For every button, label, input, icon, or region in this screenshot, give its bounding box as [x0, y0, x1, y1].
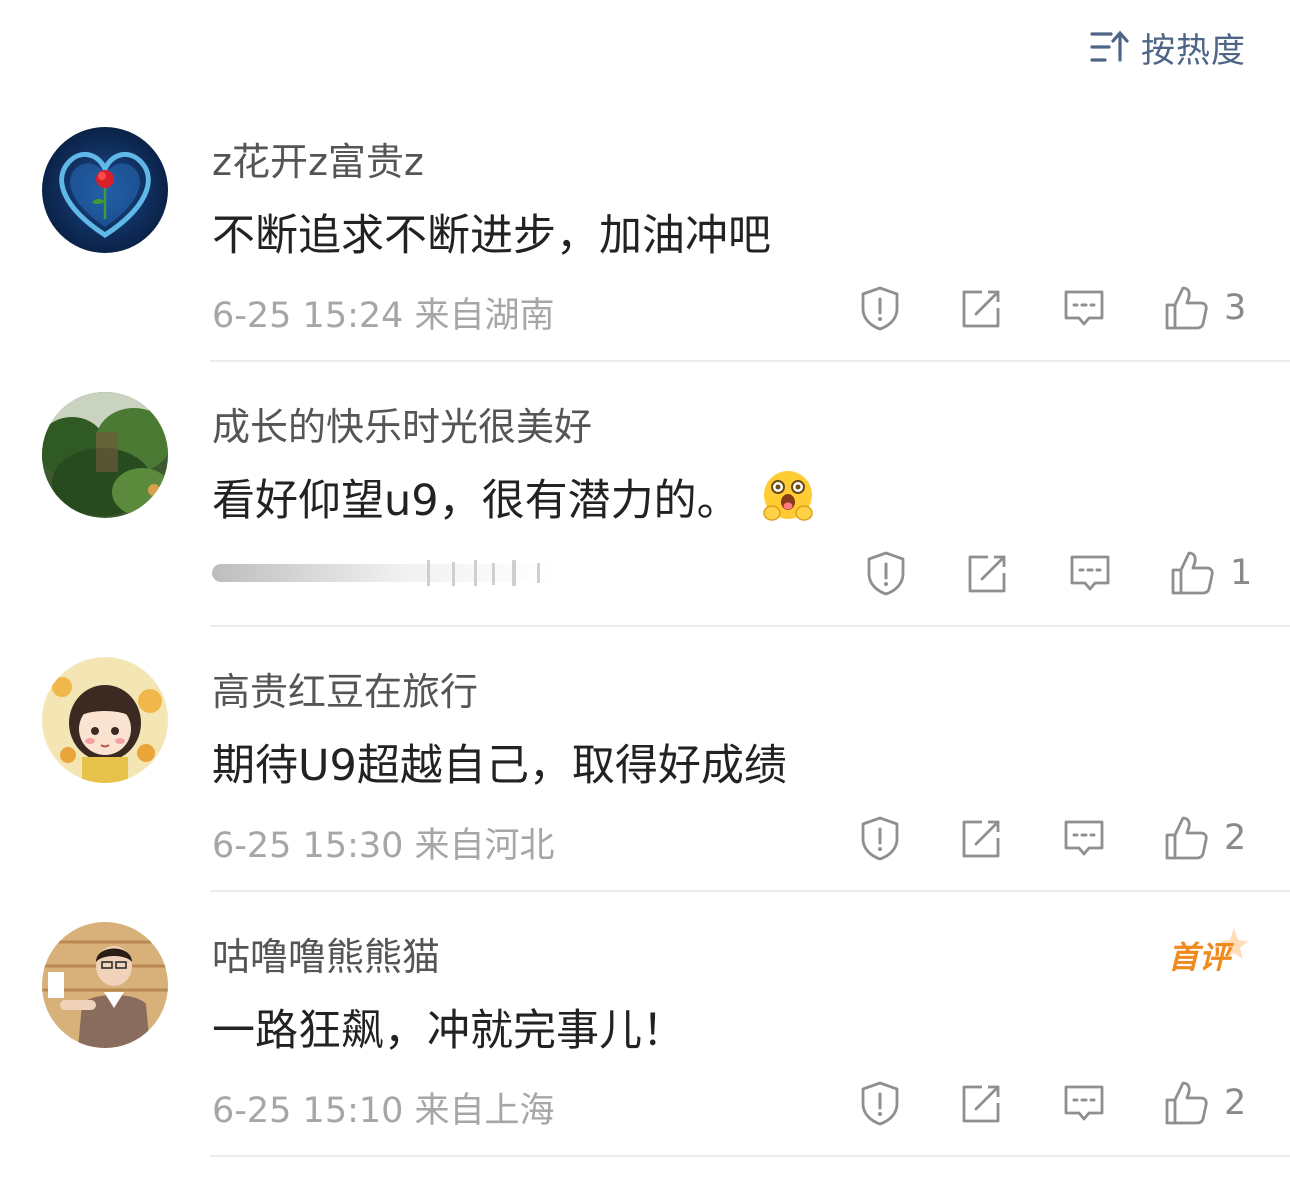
reply-icon	[1062, 1081, 1106, 1125]
reply-button[interactable]	[1060, 284, 1108, 332]
avatar[interactable]	[42, 922, 168, 1048]
repost-button[interactable]	[958, 814, 1006, 862]
divider	[210, 890, 1290, 892]
username[interactable]: z花开z富贵z	[212, 131, 424, 186]
divider	[210, 1155, 1290, 1157]
sort-label: 按热度	[1141, 30, 1246, 71]
comment-body: 一路狂飙，冲就完事儿！	[212, 1006, 685, 1056]
sort-icon	[1089, 29, 1129, 65]
reply-icon	[1062, 286, 1106, 330]
comment-text: 一路狂飙，冲就完事儿！	[212, 996, 685, 1058]
repost-button[interactable]	[964, 549, 1012, 597]
like-count: 2	[1224, 818, 1247, 858]
avatar[interactable]	[42, 392, 168, 518]
comment-text: 期待U9超越自己，取得好成绩	[212, 731, 787, 793]
comment-body: 看好仰望u9，很有潜力的。	[212, 476, 740, 526]
report-icon	[864, 550, 908, 596]
sort-by-hot-button[interactable]: 按热度	[1089, 22, 1246, 72]
report-button[interactable]	[856, 284, 904, 332]
like-button[interactable]	[1162, 814, 1210, 862]
like-count: 2	[1224, 1083, 1247, 1123]
comment-meta: 6-25 15:10 来自上海	[212, 1091, 555, 1131]
like-count: 1	[1230, 553, 1253, 593]
smiling-face-with-open-hands-emoji	[760, 469, 816, 525]
username[interactable]: 成长的快乐时光很美好	[212, 396, 592, 451]
comment-item: 成长的快乐时光很美好 看好仰望u9，很有潜力的。 1	[0, 392, 1290, 657]
comment-item: 高贵红豆在旅行 期待U9超越自己，取得好成绩 6-25 15:30 来自河北 2	[0, 657, 1290, 922]
report-button[interactable]	[856, 814, 904, 862]
repost-button[interactable]	[958, 1079, 1006, 1127]
avatar[interactable]	[42, 657, 168, 783]
report-button[interactable]	[862, 549, 910, 597]
first-comment-badge: 首评	[1168, 926, 1248, 978]
divider	[210, 360, 1290, 362]
reply-button[interactable]	[1060, 1079, 1108, 1127]
report-icon	[858, 285, 902, 331]
repost-icon	[966, 551, 1010, 595]
report-button[interactable]	[856, 1079, 904, 1127]
like-button[interactable]	[1168, 549, 1216, 597]
like-count: 3	[1224, 288, 1247, 328]
repost-icon	[960, 816, 1004, 860]
like-button[interactable]	[1162, 1079, 1210, 1127]
blurred-meta	[212, 560, 557, 586]
username[interactable]: 咕噜噜熊熊猫	[212, 926, 440, 981]
comment-meta: 6-25 15:24 来自湖南	[212, 296, 555, 336]
comment-text: 看好仰望u9，很有潜力的。	[212, 466, 816, 528]
repost-icon	[960, 1081, 1004, 1125]
repost-button[interactable]	[958, 284, 1006, 332]
reply-button[interactable]	[1060, 814, 1108, 862]
reply-icon	[1062, 816, 1106, 860]
like-button[interactable]	[1162, 284, 1210, 332]
avatar[interactable]	[42, 127, 168, 253]
comment-item: z花开z富贵z 不断追求不断进步，加油冲吧 6-25 15:24 来自湖南 3	[0, 127, 1290, 392]
comment-item: 咕噜噜熊熊猫 首评 一路狂飙，冲就完事儿！ 6-25 15:10 来自上海 2	[0, 922, 1290, 1187]
like-icon	[1163, 815, 1209, 861]
comment-text: 不断追求不断进步，加油冲吧	[212, 201, 771, 263]
repost-icon	[960, 286, 1004, 330]
reply-icon	[1068, 551, 1112, 595]
report-icon	[858, 815, 902, 861]
like-icon	[1163, 285, 1209, 331]
like-icon	[1169, 550, 1215, 596]
reply-button[interactable]	[1066, 549, 1114, 597]
username[interactable]: 高贵红豆在旅行	[212, 661, 478, 716]
report-icon	[858, 1080, 902, 1126]
like-icon	[1163, 1080, 1209, 1126]
comment-body: 不断追求不断进步，加油冲吧	[212, 211, 771, 261]
comment-body: 期待U9超越自己，取得好成绩	[212, 741, 787, 791]
divider	[210, 625, 1290, 627]
comment-meta: 6-25 15:30 来自河北	[212, 826, 555, 866]
first-comment-label: 首评	[1168, 940, 1230, 976]
